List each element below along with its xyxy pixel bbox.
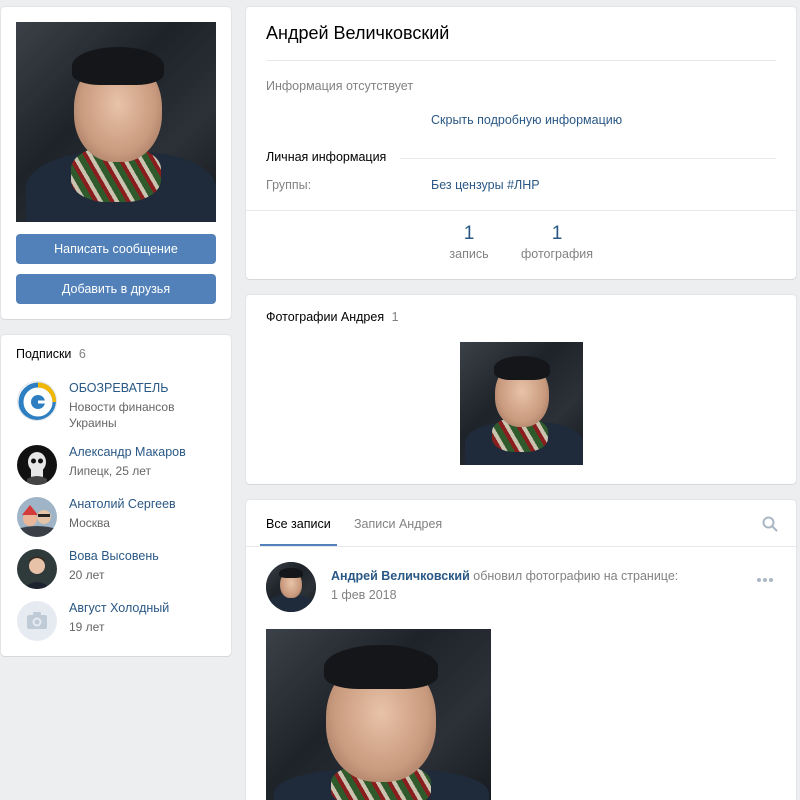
counter-label: фотография <box>521 247 593 261</box>
subscriptions-title: Подписки <box>16 347 72 361</box>
subscriptions-card: Подписки 6 ОБОЗРЕВАТЕЛЬ Новости финансов… <box>1 335 231 656</box>
photos-header[interactable]: Фотографии Андрея 1 <box>266 310 399 324</box>
profile-photo[interactable] <box>16 22 216 222</box>
counter-value: 1 <box>463 223 475 244</box>
subscription-desc: 20 лет <box>69 568 105 582</box>
wall-card: Все записи Записи Андрея Андрей Величков… <box>246 500 796 800</box>
user-avatar-icon <box>17 549 57 589</box>
subscription-name[interactable]: Вова Высовень <box>69 549 159 563</box>
tab-all-posts[interactable]: Все записи <box>260 500 337 546</box>
subscription-item-obozrevatel[interactable]: ОБОЗРЕВАТЕЛЬ Новости финансов Украины <box>17 381 217 437</box>
photos-card: Фотографии Андрея 1 <box>246 295 796 484</box>
obozrevatel-logo-icon <box>17 381 57 421</box>
profile-name: Андрей Величковский <box>266 23 450 43</box>
subscription-item-holodny[interactable]: Август Холодный 19 лет <box>17 601 217 645</box>
subscription-desc: Москва <box>69 516 110 530</box>
post-action-text: обновил фотографию на странице: <box>473 569 679 583</box>
counter-label: запись <box>449 247 489 261</box>
subscription-name[interactable]: Александр Макаров <box>69 445 186 459</box>
photo-thumbnail[interactable] <box>460 342 583 465</box>
tab-label: Записи Андрея <box>354 517 443 531</box>
subscription-desc: Новости финансов Украины <box>69 400 175 430</box>
subscription-item-vysoven[interactable]: Вова Высовень 20 лет <box>17 549 217 593</box>
divider <box>266 60 776 61</box>
tabs-divider <box>246 546 796 547</box>
post-photo[interactable] <box>266 629 491 800</box>
camera-icon <box>17 601 57 641</box>
subscription-name[interactable]: Анатолий Сергеев <box>69 497 176 511</box>
counter-value: 1 <box>551 223 563 244</box>
send-message-button[interactable]: Написать сообщение <box>16 234 216 264</box>
photos-title: Фотографии Андрея <box>266 310 385 324</box>
tab-label: Все записи <box>266 517 331 531</box>
subscriptions-count: 6 <box>78 347 86 361</box>
skull-avatar-icon <box>17 445 57 485</box>
post-header: Андрей Величковский обновил фотографию н… <box>331 569 678 583</box>
subscription-name[interactable]: ОБОЗРЕВАТЕЛЬ <box>69 381 168 395</box>
user-avatar-icon <box>17 497 57 537</box>
subscription-desc: 19 лет <box>69 620 105 634</box>
add-friend-button[interactable]: Добавить в друзья <box>16 274 216 304</box>
profile-photo-card: Написать сообщение Добавить в друзья <box>1 7 231 319</box>
photos-count: 1 <box>391 310 399 324</box>
post-date[interactable]: 1 фев 2018 <box>331 588 397 602</box>
post-author-avatar[interactable] <box>266 562 316 612</box>
groups-label: Группы: <box>266 178 312 192</box>
no-info-text: Информация отсутствует <box>266 79 414 93</box>
subscription-desc: Липецк, 25 лет <box>69 464 151 478</box>
counter-posts[interactable]: 1 запись <box>439 223 499 261</box>
subscriptions-header[interactable]: Подписки 6 <box>16 347 86 361</box>
subscription-item-sergeev[interactable]: Анатолий Сергеев Москва <box>17 497 217 541</box>
hide-details-link[interactable]: Скрыть подробную информацию <box>431 113 622 127</box>
search-icon[interactable] <box>762 516 778 532</box>
more-options-icon[interactable] <box>756 571 774 582</box>
post-author-name[interactable]: Андрей Величковский <box>331 569 470 583</box>
subscription-name[interactable]: Август Холодный <box>69 601 169 615</box>
divider <box>400 158 776 159</box>
divider <box>246 210 796 211</box>
tab-andrey-posts[interactable]: Записи Андрея <box>348 500 448 546</box>
subscription-item-makarov[interactable]: Александр Макаров Липецк, 25 лет <box>17 445 217 489</box>
groups-value-link[interactable]: Без цензуры #ЛНР <box>431 178 540 192</box>
personal-info-heading: Личная информация <box>266 150 387 164</box>
counter-photos[interactable]: 1 фотография <box>512 223 602 261</box>
profile-info-card: Андрей Величковский Информация отсутству… <box>246 7 796 279</box>
